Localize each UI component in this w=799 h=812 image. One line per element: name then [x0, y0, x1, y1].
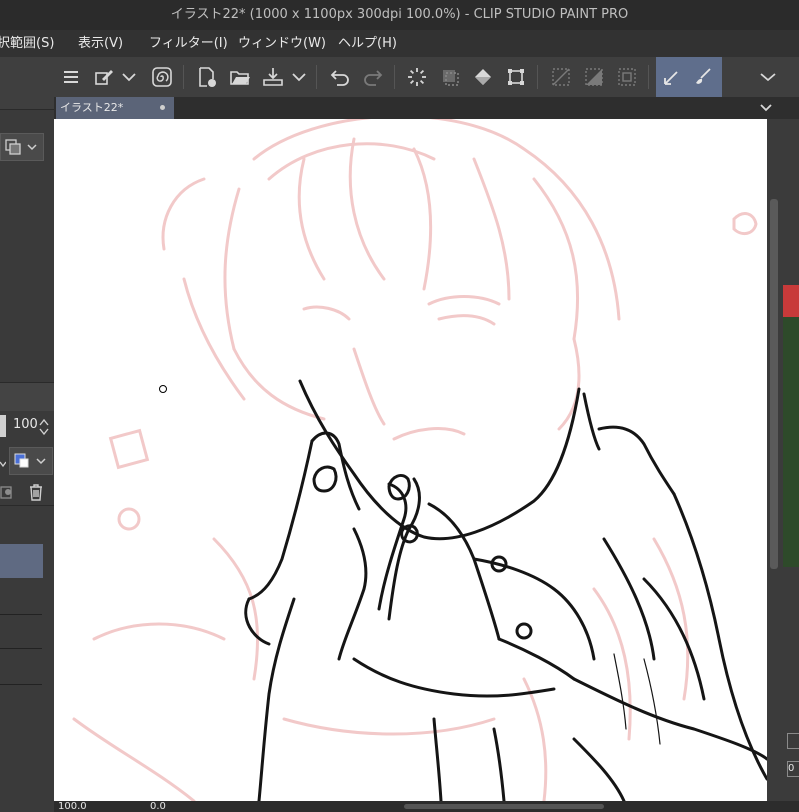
panel-section: [0, 383, 54, 411]
brush-icon[interactable]: [690, 63, 718, 91]
layer-row-selected[interactable]: [0, 544, 43, 578]
window-title: イラスト22* (1000 x 1100px 300dpi 100.0%) - …: [170, 7, 629, 22]
invert-selection-icon[interactable]: [580, 63, 608, 91]
new-icon[interactable]: [193, 63, 221, 91]
transform-icon[interactable]: [436, 63, 464, 91]
menu-filter[interactable]: フィルター(I): [149, 30, 228, 57]
layer-icon: [5, 139, 37, 155]
save-icon[interactable]: [259, 63, 287, 91]
undo-icon[interactable]: [326, 63, 354, 91]
layer-mode-dropdown[interactable]: [0, 133, 44, 161]
left-panel-header: [0, 57, 54, 109]
command-bar: [54, 57, 799, 98]
selection-border-icon[interactable]: [613, 63, 641, 91]
panel-value-field[interactable]: 0: [787, 761, 799, 777]
menu-icon[interactable]: [57, 63, 85, 91]
toolbar-separator: [394, 65, 395, 89]
menu-view[interactable]: 表示(V): [78, 30, 123, 57]
pen-icon[interactable]: [658, 63, 686, 91]
edit-icon[interactable]: [90, 63, 118, 91]
opacity-value[interactable]: 100: [13, 417, 38, 432]
opacity-stepper[interactable]: [39, 417, 49, 441]
chevron-down-icon[interactable]: [288, 63, 310, 91]
chevron-down-icon: [0, 455, 7, 474]
color-mode-dropdown[interactable]: [9, 447, 53, 475]
copy-layer-icon[interactable]: [0, 482, 14, 500]
thumbnail-green: [783, 317, 799, 567]
fill-icon[interactable]: [469, 63, 497, 91]
crop-icon[interactable]: [502, 63, 530, 91]
angle-value[interactable]: 0.0: [150, 801, 166, 812]
title-bar: イラスト22* (1000 x 1100px 300dpi 100.0%) - …: [0, 0, 799, 30]
spiral-icon[interactable]: [148, 63, 176, 91]
menu-select[interactable]: 択範囲(S): [0, 30, 54, 57]
open-icon[interactable]: [226, 63, 254, 91]
opacity-swatch: [0, 415, 6, 437]
left-panel: 100: [0, 57, 54, 812]
document-tab[interactable]: イラスト22*: [56, 97, 174, 119]
canvas-scrollbar[interactable]: [770, 199, 778, 569]
toolbar-separator: [316, 65, 317, 89]
drawing-canvas[interactable]: [54, 119, 767, 801]
clear-selection-icon[interactable]: [547, 63, 575, 91]
document-tab-label: イラスト22*: [60, 101, 124, 114]
panel-checkbox[interactable]: [787, 733, 799, 749]
unsaved-dot-icon[interactable]: [160, 105, 165, 110]
panel-value: 0: [788, 763, 795, 774]
chevron-down-icon[interactable]: [118, 63, 140, 91]
thumbnail-red: [783, 285, 799, 317]
toolbar-separator: [183, 65, 184, 89]
zoom-value[interactable]: 100.0: [58, 801, 87, 812]
tab-list-chevron-icon[interactable]: [758, 99, 774, 119]
menu-help[interactable]: ヘルプ(H): [338, 30, 397, 57]
toolbar-separator: [648, 65, 649, 89]
lineart-layer: [244, 379, 767, 801]
chevron-down-icon[interactable]: [754, 63, 782, 91]
toolbar-separator: [537, 65, 538, 89]
loading-icon[interactable]: [403, 63, 431, 91]
horizontal-scrollbar[interactable]: [404, 804, 604, 809]
delete-layer-icon[interactable]: [26, 482, 46, 502]
layer-row-separator: [0, 614, 42, 615]
layer-row-separator: [0, 684, 42, 685]
divider: [0, 109, 54, 110]
right-panel-strip: 0: [767, 119, 799, 812]
layer-row-separator: [0, 648, 42, 649]
menu-bar: 択範囲(S) 表示(V) フィルター(I) ウィンドウ(W) ヘルプ(H): [0, 30, 799, 57]
menu-window[interactable]: ウィンドウ(W): [238, 30, 326, 57]
status-bar: 100.0 0.0: [54, 801, 799, 812]
brush-cursor-icon: [159, 385, 167, 393]
color-swatch-icon: [14, 453, 46, 468]
redo-icon[interactable]: [359, 63, 387, 91]
divider: [0, 505, 54, 506]
stepper-icon: [39, 418, 49, 436]
artwork-illustration: [72, 119, 767, 801]
